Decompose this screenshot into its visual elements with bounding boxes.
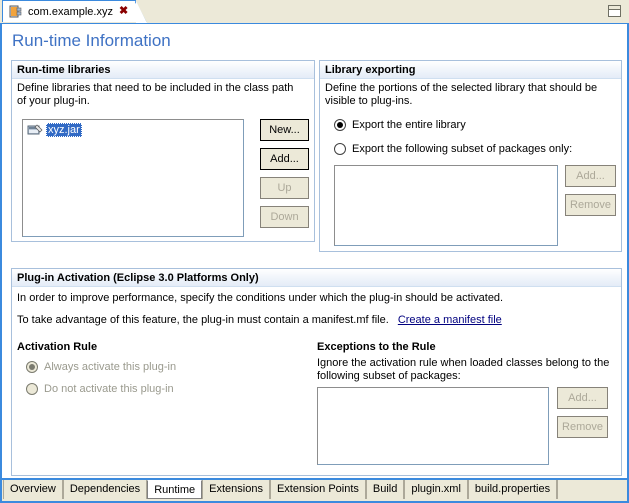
section-library-exporting: Library exporting Define the portions of…	[319, 60, 622, 252]
form-body: Run-time Information Run-time libraries …	[0, 23, 629, 480]
exception-packages-list[interactable]	[317, 387, 549, 465]
editor-page-tab-bar: Overview Dependencies Runtime Extensions…	[0, 480, 629, 503]
remove-exported-package-button[interactable]: Remove	[565, 194, 616, 216]
exceptions-description: Ignore the activation rule when loaded c…	[317, 357, 610, 382]
runtime-libraries-description: Define libraries that need to be include…	[17, 82, 294, 107]
section-plugin-activation-body: In order to improve performance, specify…	[12, 287, 621, 475]
library-exporting-description: Define the portions of the selected libr…	[325, 82, 598, 107]
section-plugin-activation-header: Plug-in Activation (Eclipse 3.0 Platform…	[12, 269, 621, 287]
runtime-libraries-list[interactable]: xyz.jar	[22, 119, 244, 237]
radio-button-icon	[334, 119, 346, 131]
add-library-button[interactable]: Add...	[260, 148, 309, 170]
new-library-button[interactable]: New...	[260, 119, 309, 141]
radio-label: Export the following subset of packages …	[352, 143, 573, 155]
section-runtime-libraries-header: Run-time libraries	[12, 61, 314, 79]
editor-tab-label: com.example.xyz	[28, 5, 113, 18]
section-library-exporting-header: Library exporting	[320, 61, 621, 79]
radio-label: Export the entire library	[352, 119, 466, 131]
radio-do-not-activate-plugin[interactable]: Do not activate this plug-in	[26, 383, 174, 395]
tab-build[interactable]: Build	[365, 480, 405, 499]
tab-runtime[interactable]: Runtime	[147, 480, 203, 499]
radio-always-activate-plugin[interactable]: Always activate this plug-in	[26, 361, 176, 373]
page-title: Run-time Information	[12, 31, 171, 50]
exported-packages-list[interactable]	[334, 165, 558, 246]
tab-bar-filler	[557, 480, 627, 499]
create-manifest-file-link[interactable]: Create a manifest file	[398, 314, 502, 326]
plugin-manifest-editor-window: com.example.xyz ✖ Run-time Information R…	[0, 0, 629, 503]
restore-window-icon[interactable]	[608, 5, 621, 17]
list-item-label: xyz.jar	[46, 122, 82, 137]
radio-export-entire-library[interactable]: Export the entire library	[334, 119, 466, 131]
radio-label: Do not activate this plug-in	[44, 383, 174, 395]
move-library-up-button[interactable]: Up	[260, 177, 309, 199]
plugin-icon	[8, 4, 24, 19]
section-runtime-libraries-body: Define libraries that need to be include…	[12, 79, 314, 241]
editor-tab-com-example-xyz[interactable]: com.example.xyz ✖	[2, 0, 148, 23]
radio-export-subset-of-packages[interactable]: Export the following subset of packages …	[334, 143, 572, 155]
radio-button-icon	[334, 143, 346, 155]
radio-label: Always activate this plug-in	[44, 361, 177, 373]
remove-exception-package-button[interactable]: Remove	[557, 416, 608, 438]
tab-plugin-xml[interactable]: plugin.xml	[404, 480, 468, 499]
tab-build-properties[interactable]: build.properties	[467, 480, 558, 499]
editor-tab-strip: com.example.xyz ✖	[0, 0, 629, 24]
section-plugin-activation: Plug-in Activation (Eclipse 3.0 Platform…	[11, 268, 622, 476]
close-icon[interactable]: ✖	[117, 6, 128, 17]
add-exported-package-button[interactable]: Add...	[565, 165, 616, 187]
exceptions-to-the-rule-heading: Exceptions to the Rule	[317, 341, 436, 353]
plugin-activation-line1: In order to improve performance, specify…	[17, 292, 504, 304]
tab-dependencies[interactable]: Dependencies	[62, 480, 148, 499]
move-library-down-button[interactable]: Down	[260, 206, 309, 228]
manifest-hint-text: To take advantage of this feature, the p…	[17, 314, 389, 326]
activation-rule-heading: Activation Rule	[17, 341, 98, 353]
tab-slant-decoration	[135, 1, 147, 23]
radio-button-icon	[26, 361, 38, 373]
section-runtime-libraries: Run-time libraries Define libraries that…	[11, 60, 315, 242]
tab-extensions[interactable]: Extensions	[202, 480, 270, 499]
tab-overview[interactable]: Overview	[3, 480, 63, 499]
list-item[interactable]: xyz.jar	[25, 122, 241, 137]
add-exception-package-button[interactable]: Add...	[557, 387, 608, 409]
section-library-exporting-body: Define the portions of the selected libr…	[320, 79, 621, 251]
plugin-activation-line2: To take advantage of this feature, the p…	[17, 314, 502, 326]
jar-icon	[27, 123, 43, 137]
radio-button-icon	[26, 383, 38, 395]
tab-extension-points[interactable]: Extension Points	[269, 480, 366, 499]
